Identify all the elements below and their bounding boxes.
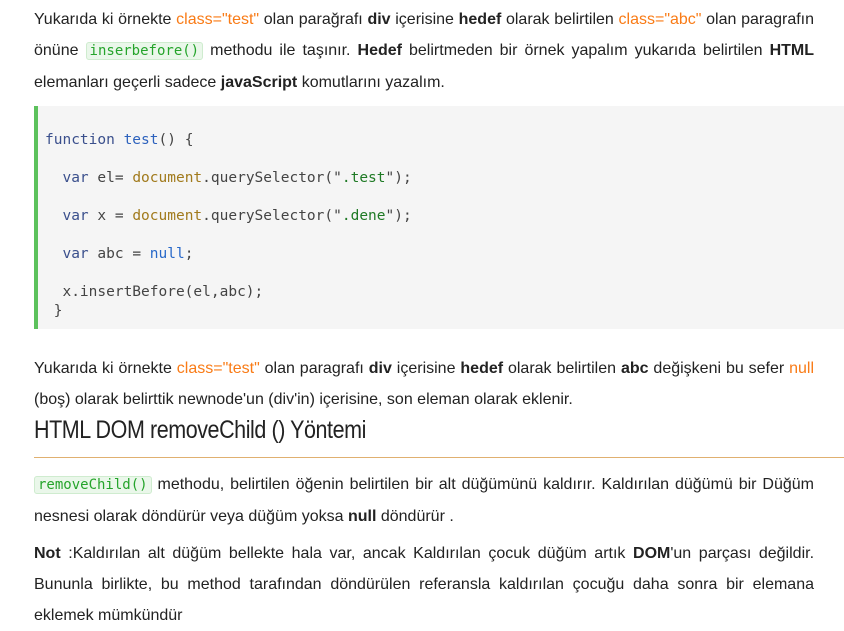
bold-hedef: hedef [460,360,504,377]
bold-html: HTML [769,42,815,59]
text: elemanları geçerli sadece [34,74,221,91]
code-line-1: function test() { [45,132,193,148]
text: methodu ile taşınır. [203,42,358,59]
text: içerisine [391,360,461,377]
text: olarak belirtilen [503,360,621,377]
text: olan parağrafı [259,11,368,28]
code-block: function test() { var el= document.query… [34,106,844,329]
bold-hedef: hedef [458,11,502,28]
code-text: "); [385,208,412,224]
text: Yukarıda ki örnekte [34,360,177,377]
paragraph-null-example: Yukarıda ki örnekte class="test" olan pa… [34,353,814,415]
text: komutlarını yazalım. [297,74,445,91]
text: Yukarıda ki örnekte [34,11,177,28]
highlight-class-test: class="test" [176,11,260,28]
bold-null: null [347,508,377,525]
code-document: document [132,170,203,186]
code-function-name: test [123,132,159,148]
code-string: .dene [341,208,386,224]
code-line-3: var x = document.querySelector(".dene"); [45,208,412,224]
code-line-6: } [45,303,63,319]
bold-hedef-2: Hedef [357,42,402,59]
article-intro: Yukarıda ki örnekte class="test" olan pa… [34,0,814,98]
code-text: "); [385,170,412,186]
code-text: } [53,303,63,319]
highlight-null: null [789,360,815,377]
code-line-2: var el= document.querySelector(".test"); [45,170,412,186]
code-text: .querySelector(" [202,170,342,186]
code-keyword: var [62,208,89,224]
code-text: .querySelector(" [202,208,342,224]
text: döndürür . [376,508,454,525]
code-text: abc = [88,246,150,262]
code-text: x = [88,208,133,224]
inline-code-inserbefore: inserbefore() [85,42,204,60]
text: içerisine [390,11,459,28]
code-string: .test [341,170,386,186]
bold-div: div [368,360,392,377]
paragraph-removechild: removeChild() methodu, belirtilen öğenin… [34,469,814,532]
paragraph-insertbefore: Yukarıda ki örnekte class="test" olan pa… [34,0,814,98]
text: :Kaldırılan alt düğüm bellekte hala var,… [60,545,634,562]
heading-divider [34,457,844,458]
highlight-class-abc: class="abc" [618,11,702,28]
bold-div: div [367,11,391,28]
code-keyword: var [62,170,89,186]
inline-code-removechild: removeChild() [34,476,152,494]
bold-dom: DOM [633,545,671,562]
highlight-class-test: class="test" [176,360,260,377]
text: belirtmeden bir örnek yapalım yukarıda b… [401,42,770,59]
paragraph-note: Not :Kaldırılan alt düğüm bellekte hala … [34,538,814,631]
code-keyword: var [62,246,89,262]
text: olan paragrafı [259,360,369,377]
bold-not: Not [34,545,61,562]
text: olarak belirtilen [501,11,619,28]
bold-javascript: javaScript [220,74,298,91]
code-text: el= [88,170,133,186]
code-keyword: function [45,132,115,148]
code-document: document [132,208,203,224]
text: değişkeni bu sefer [648,360,790,377]
code-text: x.insertBefore(el,abc); [62,284,264,300]
code-text: ; [184,246,194,262]
code-line-5: x.insertBefore(el,abc); [45,284,263,300]
section-heading: HTML DOM removeChild () Yöntemi [34,416,366,444]
text: (boş) olarak belirttik newnode'un (div'i… [34,391,573,408]
bold-abc: abc [620,360,649,377]
code-null: null [149,246,185,262]
code-line-4: var abc = null; [45,246,193,262]
code-text: () { [158,132,194,148]
